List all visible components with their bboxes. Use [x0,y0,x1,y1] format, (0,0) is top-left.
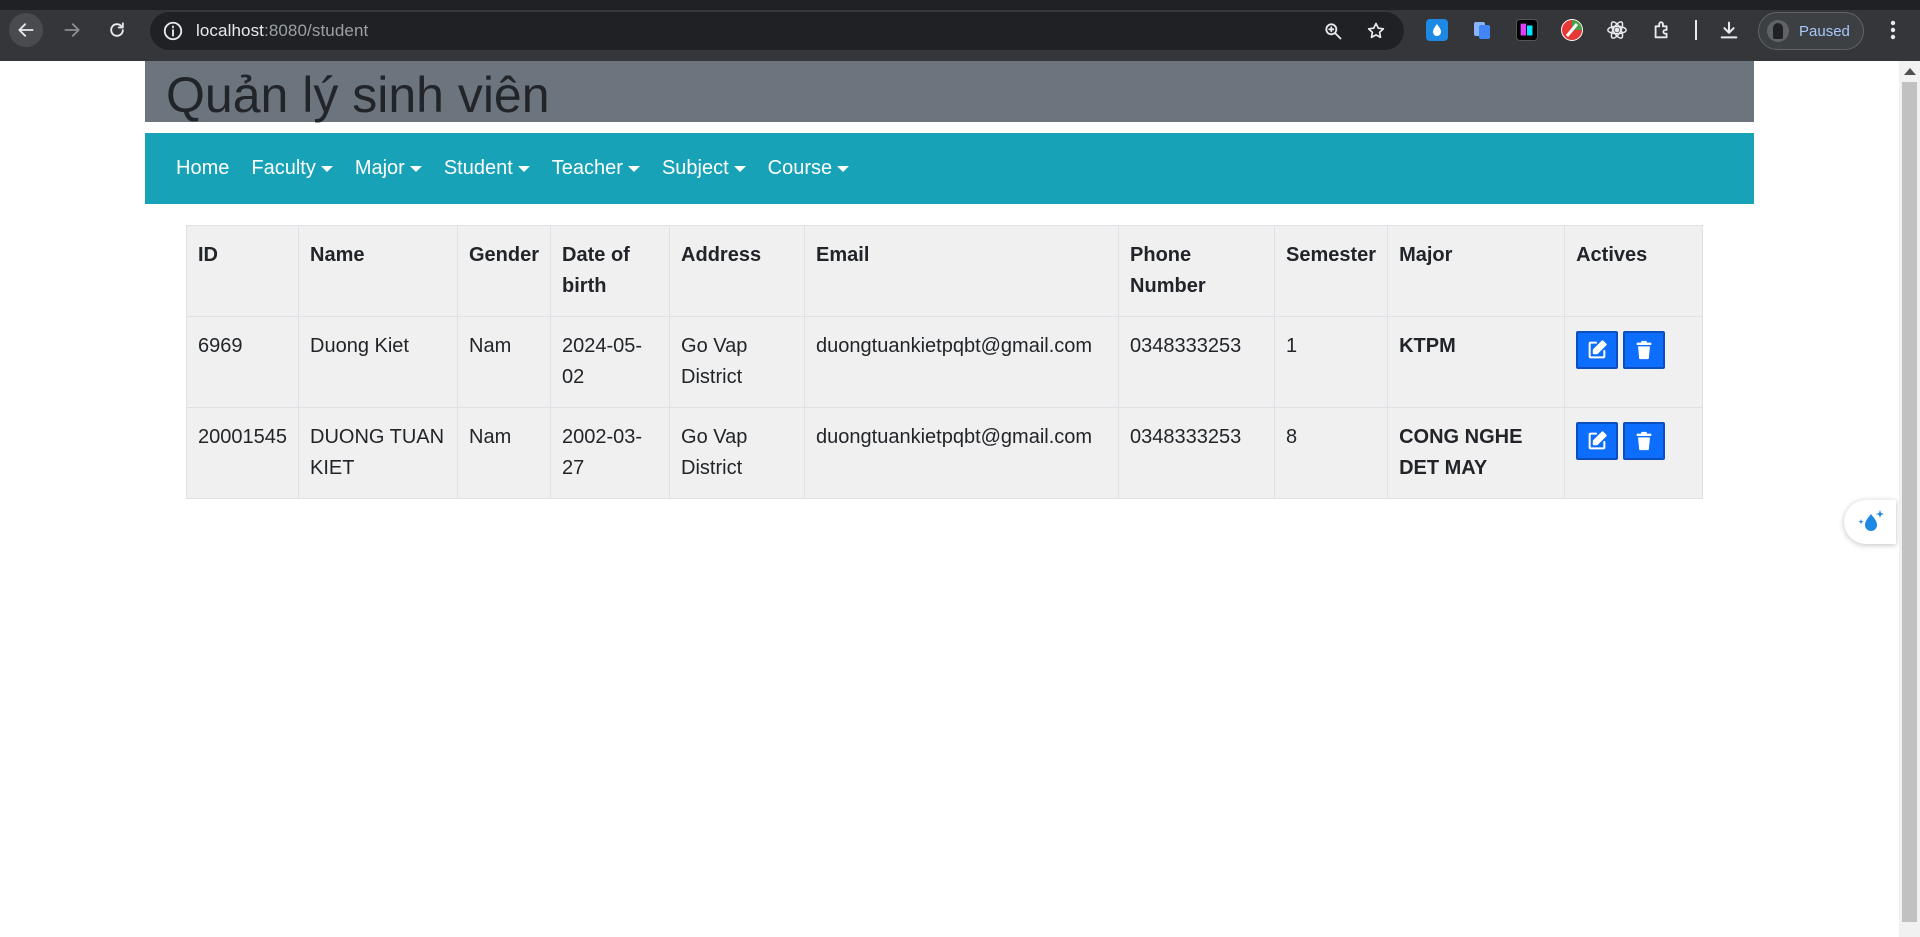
page-header: Quản lý sinh viên [145,61,1754,123]
extensions-icon[interactable] [1651,19,1673,41]
reload-button[interactable] [100,13,134,47]
cell-id: 20001545 [186,407,299,499]
extension-dark-icon[interactable] [1516,19,1538,41]
extension-docs-icon[interactable] [1471,19,1493,41]
scrollbar-thumb[interactable] [1902,82,1917,922]
trash-icon [1636,431,1652,451]
cell-actions [1564,316,1704,408]
nav-item-subject[interactable]: Subject [662,157,757,180]
cell-email: duongtuankietpqbt@gmail.com [804,407,1120,499]
cell-name: DUONG TUAN KIET [298,407,458,499]
cell-major: CONG NGHE DET MAY [1387,407,1566,499]
nav-item-faculty[interactable]: Faculty [251,157,343,180]
delete-button[interactable] [1623,331,1666,369]
toolbar-separator [1695,20,1697,40]
caret-down-icon [733,165,746,172]
menu-kebab-icon[interactable] [1882,18,1904,42]
cell-dob: 2002-03-27 [550,407,671,499]
nav-item-teacher[interactable]: Teacher [552,157,651,180]
nav-item-label: Major [354,157,405,179]
caret-down-icon [627,165,640,172]
column-header: Name [298,225,458,317]
nav-item-label: Subject [661,157,729,179]
extension-react-icon[interactable] [1606,19,1628,41]
nav-item-label: Student [443,157,513,179]
caret-down-icon [409,165,422,172]
download-icon[interactable] [1718,19,1740,41]
column-header: Phone Number [1118,225,1276,317]
edit-icon [1588,431,1607,450]
edit-button[interactable] [1576,422,1619,460]
caret-down-icon [837,165,850,172]
nav-item-label: Faculty [251,157,316,179]
zoom-icon[interactable] [1323,21,1343,41]
table-row: 6969 Duong Kiet Nam 2024-05-02 Go Vap Di… [186,316,1704,408]
cell-actions [1564,407,1704,499]
delete-button[interactable] [1623,422,1666,460]
forward-button[interactable] [55,13,89,47]
trash-icon [1636,340,1652,360]
browser-toolbar: localhost:8080/student Paused [0,0,1920,61]
cell-dob: 2024-05-02 [550,316,671,408]
edit-icon [1588,340,1607,359]
column-header: Date of birth [550,225,671,317]
nav-item-major[interactable]: Major [355,157,433,180]
main-navbar: Home Faculty Major Student Teacher Subje… [145,133,1754,204]
cell-name: Duong Kiet [298,316,458,408]
caret-down-icon [320,165,333,172]
url-path: :8080/student [264,21,369,40]
nav-item-label: Teacher [551,157,623,179]
nav-item-label: Home [176,157,230,179]
cell-id: 6969 [186,316,299,408]
site-info-icon[interactable] [162,20,184,42]
nav-menu: Home Faculty Major Student Teacher Subje… [176,133,871,204]
nav-item-home[interactable]: Home [176,157,240,180]
address-bar[interactable]: localhost:8080/student [150,12,1404,50]
sparkle-droplet-icon [1858,510,1884,531]
column-header: ID [186,225,299,317]
floating-assistant-button[interactable] [1844,500,1896,544]
reload-icon [110,22,124,37]
nav-item-course[interactable]: Course [768,157,860,180]
tab-strip [0,0,1920,10]
page-title: Quản lý sinh viên [166,67,550,123]
cell-gender: Nam [456,407,552,499]
cell-semester: 8 [1274,407,1389,499]
avatar [1767,20,1789,42]
student-table: ID Name Gender Date of birth Address Ema… [186,225,1704,499]
cell-address: Go Vap District [669,407,806,499]
nav-item-label: Course [767,157,833,179]
forward-icon [64,23,80,37]
cell-phone: 0348333253 [1118,407,1276,499]
caret-down-icon [517,165,530,172]
cell-semester: 1 [1274,316,1389,408]
cell-address: Go Vap District [669,316,806,408]
back-button[interactable] [9,13,43,47]
column-header: Actives [1564,225,1704,317]
cell-email: duongtuankietpqbt@gmail.com [804,316,1120,408]
table-row: 20001545 DUONG TUAN KIET Nam 2002-03-27 … [186,407,1704,499]
profile-status: Paused [1799,23,1850,40]
column-header: Address [669,225,806,317]
nav-item-student[interactable]: Student [444,157,541,180]
edit-button[interactable] [1576,331,1619,369]
url-text[interactable]: localhost:8080/student [196,21,368,41]
bookmark-star-icon[interactable] [1366,21,1386,41]
scroll-up-arrow-icon[interactable] [1904,68,1916,75]
column-header: Major [1387,225,1566,317]
extension-droplet-icon[interactable] [1426,19,1448,41]
column-header: Gender [456,225,552,317]
cell-major: KTPM [1387,316,1566,408]
table-header-row: ID Name Gender Date of birth Address Ema… [186,225,1704,317]
back-icon [18,23,34,37]
cell-gender: Nam [456,316,552,408]
extension-color-icon[interactable] [1561,19,1583,41]
column-header: Email [804,225,1120,317]
cell-phone: 0348333253 [1118,316,1276,408]
column-header: Semester [1274,225,1389,317]
url-host: localhost [196,21,264,40]
profile-button[interactable]: Paused [1758,12,1864,50]
